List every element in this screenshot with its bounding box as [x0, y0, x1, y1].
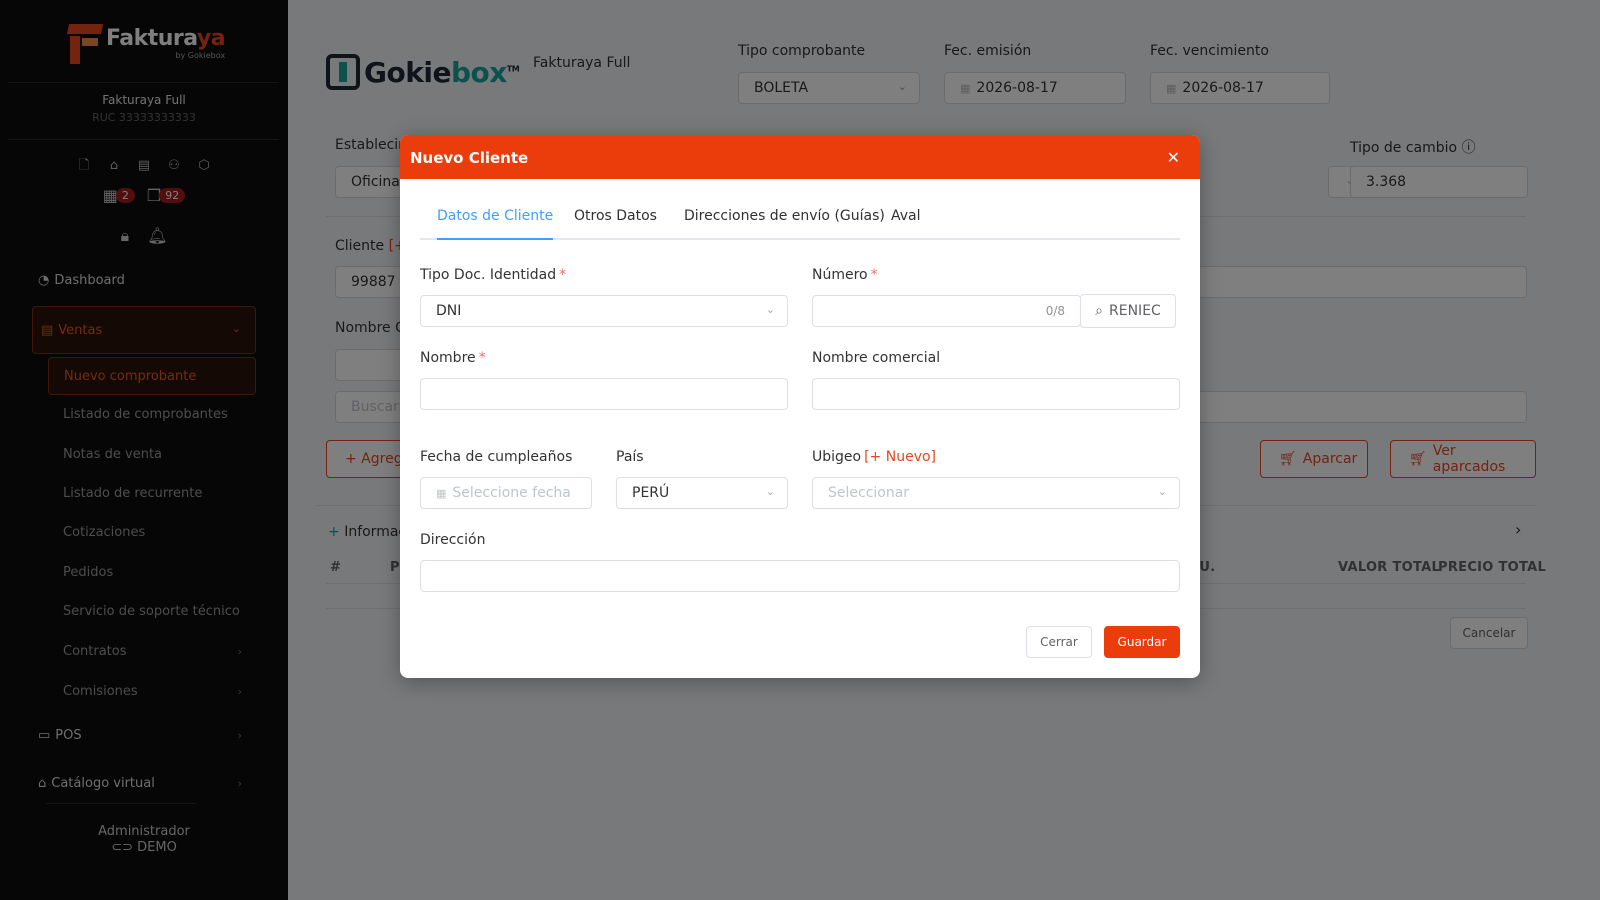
chevron-down-icon: ⌄ [765, 485, 775, 498]
numero-counter: 0/8 [1045, 304, 1065, 318]
ubigeo-label: Ubigeo [+ Nuevo] [812, 449, 937, 465]
guardar-button[interactable]: Guardar [1104, 626, 1180, 658]
nombre-input[interactable] [420, 378, 788, 410]
pais-label: País [616, 449, 644, 465]
dialog-title: Nuevo Cliente [410, 149, 529, 167]
fecha-cumpleanos-input[interactable]: ▦ Seleccione fecha [420, 477, 592, 509]
chevron-down-icon: ⌄ [765, 303, 775, 316]
numero-input[interactable]: 0/8 [812, 295, 1081, 327]
nuevo-cliente-dialog: Nuevo Cliente ✕ Datos de Cliente Otros D… [400, 135, 1200, 678]
search-icon: ⌕ [1095, 303, 1104, 319]
ubigeo-select[interactable]: Seleccionar ⌄ [812, 477, 1180, 509]
nombre-label: Nombre * [420, 350, 486, 366]
dialog-header: Nuevo Cliente ✕ [400, 135, 1200, 179]
cerrar-button[interactable]: Cerrar [1026, 626, 1092, 658]
required-mark: * [478, 350, 486, 366]
pais-select[interactable]: PERÚ ⌄ [616, 477, 788, 509]
nombre-comercial-label: Nombre comercial [812, 350, 941, 366]
ubigeo-nuevo-link[interactable]: [+ Nuevo] [864, 449, 936, 465]
numero-label: Número * [812, 267, 878, 283]
tipo-doc-label: Tipo Doc. Identidad * [420, 267, 567, 283]
tab-datos-cliente[interactable]: Datos de Cliente [437, 208, 554, 240]
calendar-icon: ▦ [436, 487, 447, 500]
fecha-cumpleanos-label: Fecha de cumpleaños [420, 449, 573, 465]
tab-direcciones-envio[interactable]: Direcciones de envío (Guías) [684, 208, 885, 240]
required-mark: * [870, 267, 878, 283]
tab-aval[interactable]: Aval [891, 208, 921, 240]
direccion-input[interactable] [420, 560, 1180, 592]
tipo-doc-select[interactable]: DNI ⌄ [420, 295, 788, 327]
required-mark: * [559, 267, 567, 283]
tab-bar: Datos de Cliente Otros Datos Direcciones… [420, 198, 1180, 240]
chevron-down-icon: ⌄ [1157, 485, 1167, 498]
nombre-comercial-input[interactable] [812, 378, 1180, 410]
tab-otros-datos[interactable]: Otros Datos [574, 208, 657, 240]
close-icon[interactable]: ✕ [1167, 150, 1180, 166]
reniec-button[interactable]: ⌕ RENIEC [1080, 294, 1176, 328]
direccion-label: Dirección [420, 532, 486, 548]
